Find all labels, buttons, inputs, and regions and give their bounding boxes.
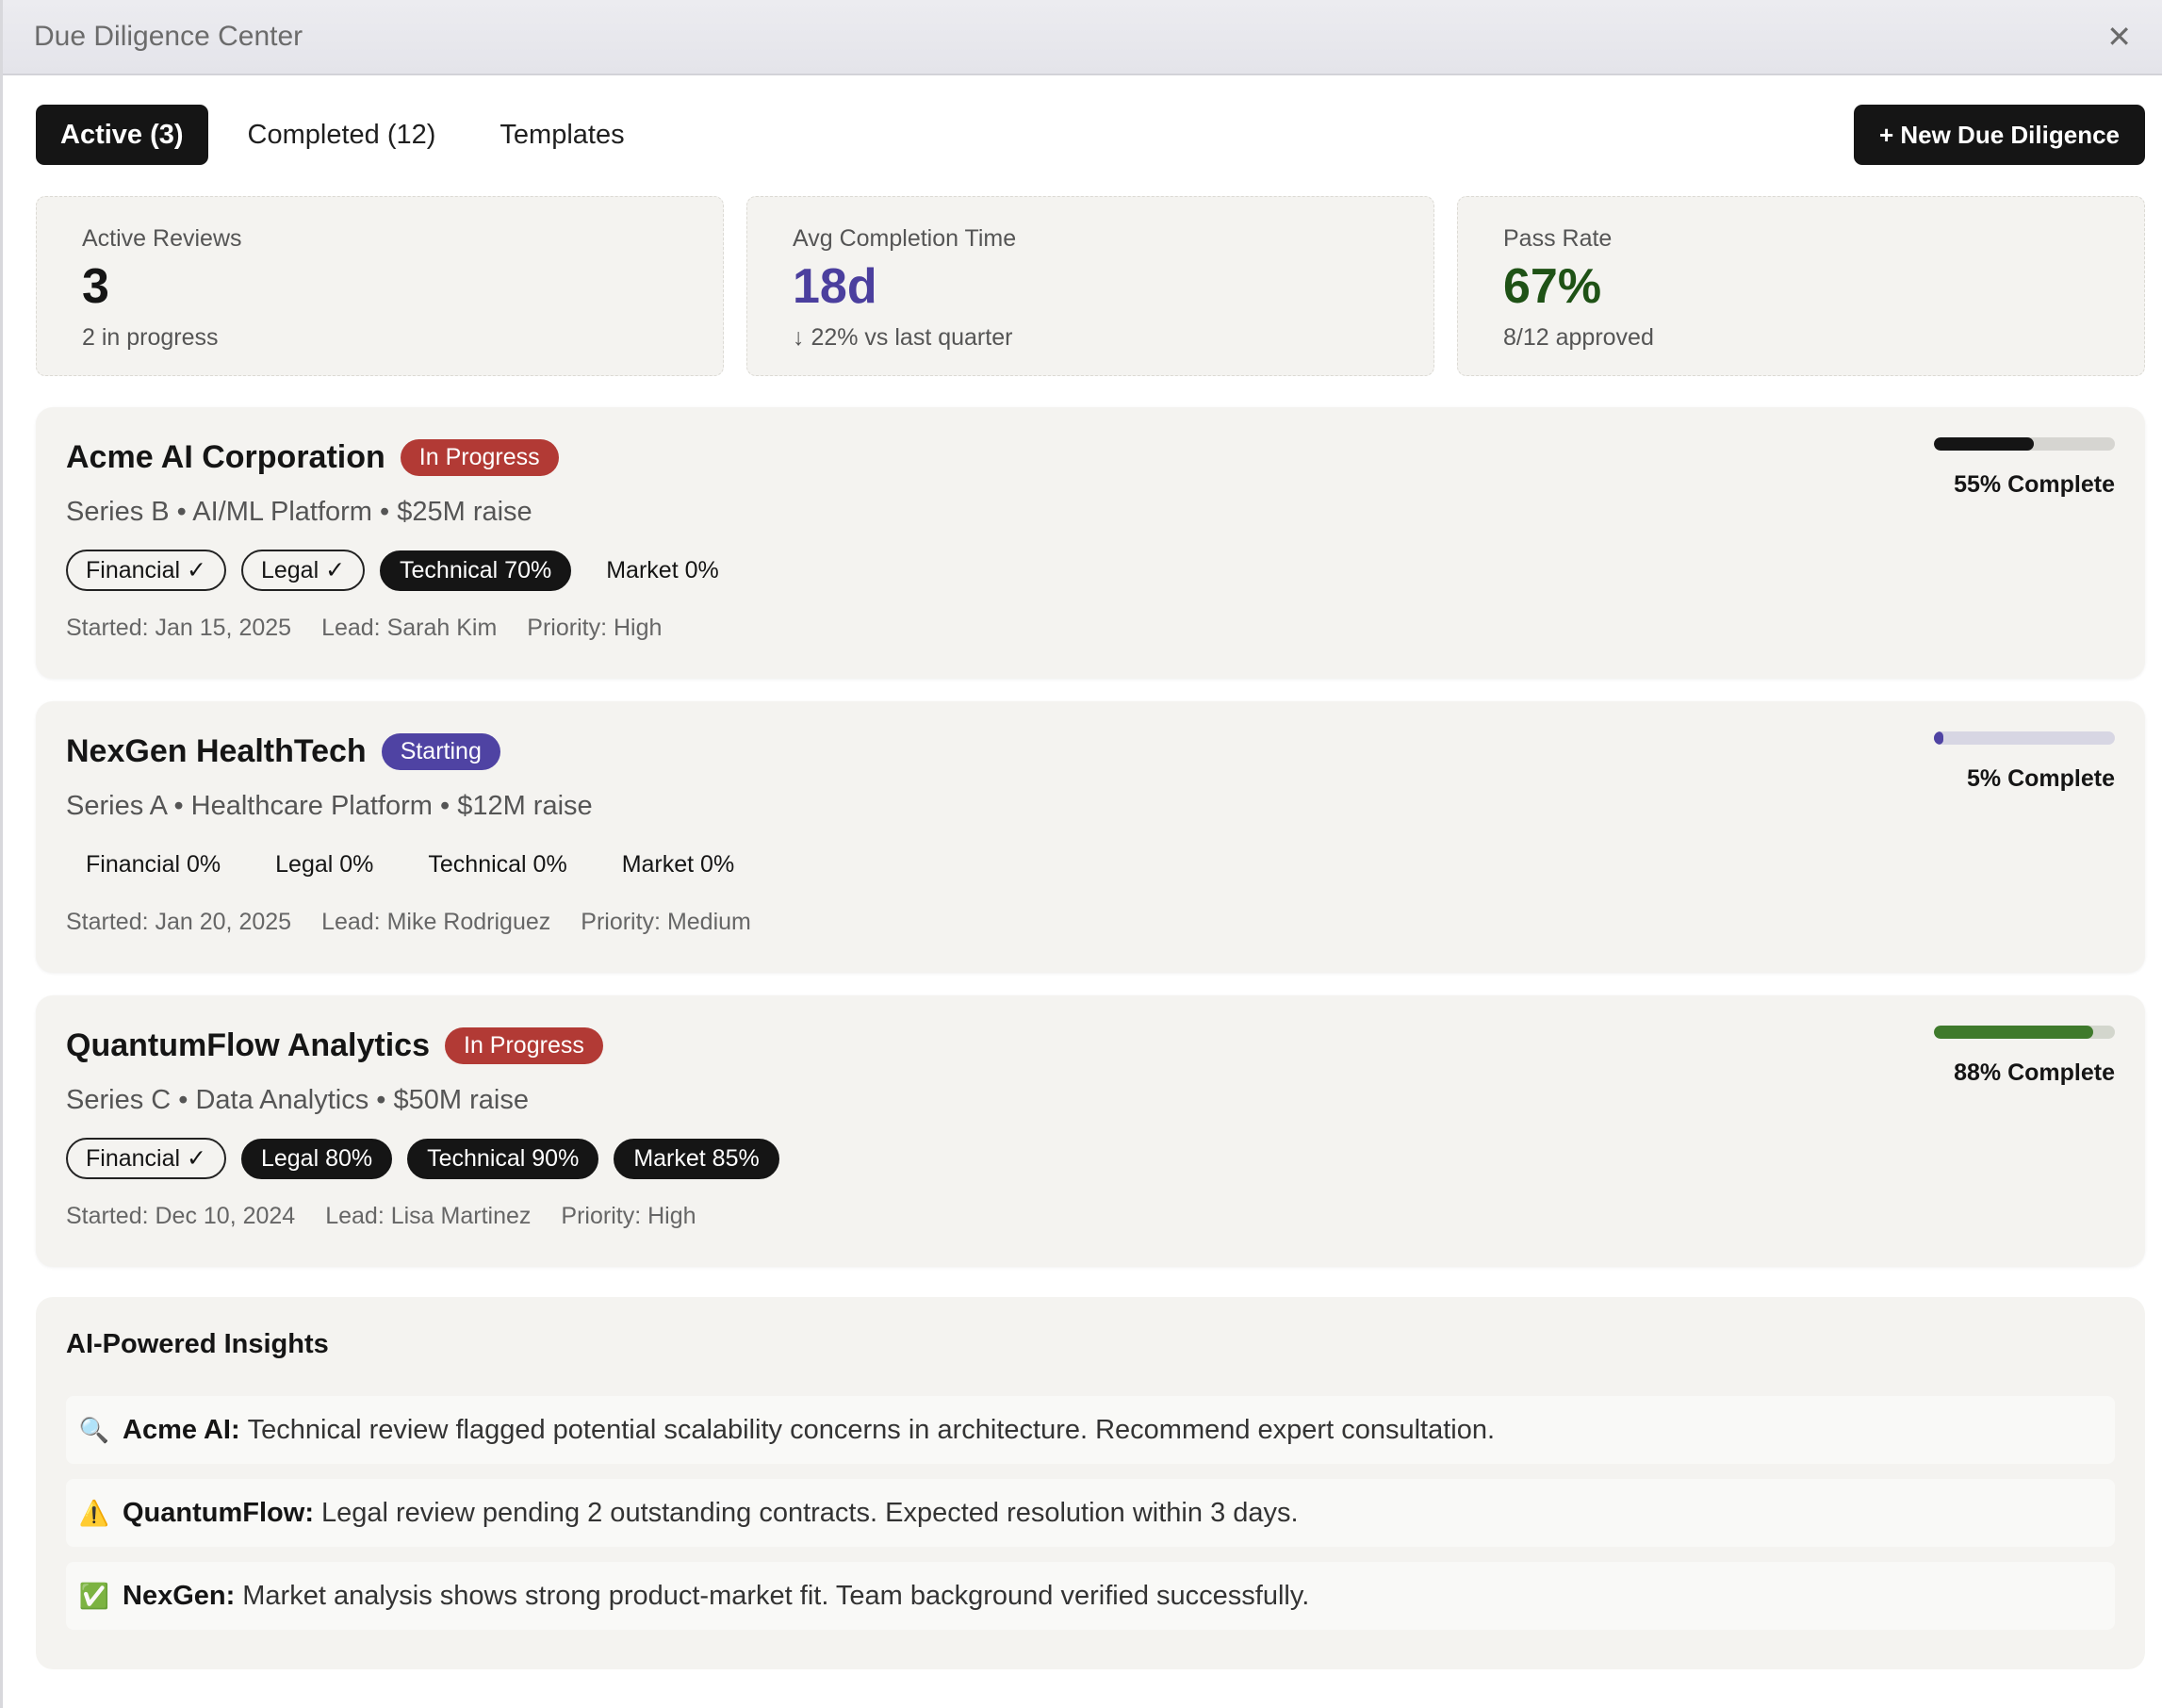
started-date: Started: Jan 15, 2025 [66,615,292,641]
card-footer: Started: Jan 20, 2025 Lead: Mike Rodrigu… [66,909,2115,936]
workstream-chips: Financial 0% Legal 0% Technical 0% Marke… [66,845,2115,884]
insight-list: 🔍 Acme AI: Technical review flagged pote… [66,1396,2115,1630]
review-card[interactable]: Acme AI Corporation In Progress Series B… [36,407,2145,679]
insight-text: Market analysis shows strong product-mar… [242,1580,1310,1611]
card-header: Acme AI Corporation In Progress [66,439,2115,476]
progress: 5% Complete [1934,731,2115,793]
chip-market[interactable]: Market 0% [602,845,754,885]
chip-legal[interactable]: Legal ✓ [240,550,366,591]
card-header: QuantumFlow Analytics In Progress [66,1027,2115,1064]
lead-name: Lead: Mike Rodriguez [321,909,551,935]
progress-fill [1934,1026,2093,1039]
chip-market[interactable]: Market 85% [614,1138,779,1179]
company-name[interactable]: QuantumFlow Analytics [66,1027,430,1064]
card-footer: Started: Jan 15, 2025 Lead: Sarah Kim Pr… [66,615,2115,642]
insight-item[interactable]: ✅ NexGen: Market analysis shows strong p… [66,1562,2115,1630]
stat-avg-completion-time: Avg Completion Time 18d ↓ 22% vs last qu… [746,196,1434,376]
insight-company: NexGen: [123,1580,236,1611]
stat-sub: 2 in progress [82,324,219,351]
chip-financial[interactable]: Financial ✓ [66,1138,226,1179]
progress-fill [1934,437,2034,451]
stat-value: 67% [1503,259,1602,314]
stats-row: Active Reviews 3 2 in progress Avg Compl… [36,196,2145,376]
company-meta: Series C • Data Analytics • $50M raise [66,1085,529,1115]
check-icon: ✅ [78,1581,110,1610]
stat-sub: 8/12 approved [1503,324,1654,351]
chip-technical[interactable]: Technical 90% [407,1138,599,1179]
new-due-diligence-button[interactable]: + New Due Diligence [1853,105,2145,165]
progress-fill [1934,731,1943,745]
company-name[interactable]: NexGen HealthTech [66,733,367,770]
progress-label: 5% Complete [1967,765,2115,792]
stat-sub: ↓ 22% vs last quarter [793,324,1013,351]
progress-bar [1934,731,2115,745]
window-title: Due Diligence Center [34,21,303,52]
workstream-chips: Financial ✓ Legal ✓ Technical 70% Market… [66,550,2115,591]
insights-title: AI-Powered Insights [66,1329,329,1359]
priority: Priority: Medium [581,909,751,935]
progress: 88% Complete [1934,1026,2115,1087]
card-header: NexGen HealthTech Starting [66,733,2115,770]
company-meta: Series A • Healthcare Platform • $12M ra… [66,791,593,821]
stat-label: Avg Completion Time [793,225,1017,252]
stat-value: 18d [793,259,877,314]
main-content: Active (3) Completed (12) Templates + Ne… [36,75,2145,1669]
stat-label: Pass Rate [1503,225,1613,252]
chip-market[interactable]: Market 0% [586,550,738,591]
progress: 55% Complete [1934,437,2115,499]
tab-templates[interactable]: Templates [475,105,648,165]
title-bar: Due Diligence Center ✕ [3,0,2162,75]
tab-completed[interactable]: Completed (12) [223,105,461,165]
close-icon[interactable]: ✕ [2106,22,2132,52]
progress-bar [1934,437,2115,451]
stat-active-reviews: Active Reviews 3 2 in progress [36,196,724,376]
progress-label: 88% Complete [1954,1059,2115,1086]
due-diligence-window: Due Diligence Center ✕ Active (3) Comple… [0,0,2162,1708]
started-date: Started: Dec 10, 2024 [66,1203,296,1229]
chip-technical[interactable]: Technical 0% [408,845,586,885]
insight-text: Technical review flagged potential scala… [247,1414,1496,1445]
review-card[interactable]: NexGen HealthTech Starting Series A • He… [36,701,2145,973]
company-meta: Series B • AI/ML Platform • $25M raise [66,497,532,527]
insight-company: Acme AI: [123,1414,240,1445]
lead-name: Lead: Lisa Martinez [325,1203,532,1229]
stat-label: Active Reviews [82,225,242,252]
review-card[interactable]: QuantumFlow Analytics In Progress Series… [36,995,2145,1267]
tab-bar: Active (3) Completed (12) Templates + Ne… [36,75,2145,194]
lead-name: Lead: Sarah Kim [321,615,498,641]
progress-label: 55% Complete [1954,471,2115,498]
insight-item[interactable]: ⚠️ QuantumFlow: Legal review pending 2 o… [66,1479,2115,1547]
status-badge: In Progress [445,1027,603,1064]
priority: Priority: High [561,1203,696,1229]
stat-value: 3 [82,259,109,314]
started-date: Started: Jan 20, 2025 [66,909,292,935]
company-name[interactable]: Acme AI Corporation [66,439,385,476]
workstream-chips: Financial ✓ Legal 80% Technical 90% Mark… [66,1138,2115,1179]
tab-active[interactable]: Active (3) [36,105,208,165]
chip-financial[interactable]: Financial ✓ [66,550,226,591]
status-badge: Starting [381,733,500,770]
status-badge: In Progress [400,439,559,476]
chip-legal[interactable]: Legal 0% [255,845,393,885]
insight-company: QuantumFlow: [123,1497,314,1528]
insight-text: Legal review pending 2 outstanding contr… [320,1497,1299,1528]
card-footer: Started: Dec 10, 2024 Lead: Lisa Martine… [66,1203,2115,1230]
ai-insights-panel: AI-Powered Insights 🔍 Acme AI: Technical… [36,1297,2145,1669]
warning-icon: ⚠️ [78,1498,110,1527]
progress-bar [1934,1026,2115,1039]
insight-item[interactable]: 🔍 Acme AI: Technical review flagged pote… [66,1396,2115,1464]
stat-pass-rate: Pass Rate 67% 8/12 approved [1457,196,2145,376]
chip-technical[interactable]: Technical 70% [380,550,572,591]
chip-financial[interactable]: Financial 0% [66,845,240,885]
priority: Priority: High [527,615,663,641]
chip-legal[interactable]: Legal 80% [240,1138,393,1179]
review-cards: Acme AI Corporation In Progress Series B… [36,407,2145,1267]
magnifier-icon: 🔍 [78,1415,110,1444]
